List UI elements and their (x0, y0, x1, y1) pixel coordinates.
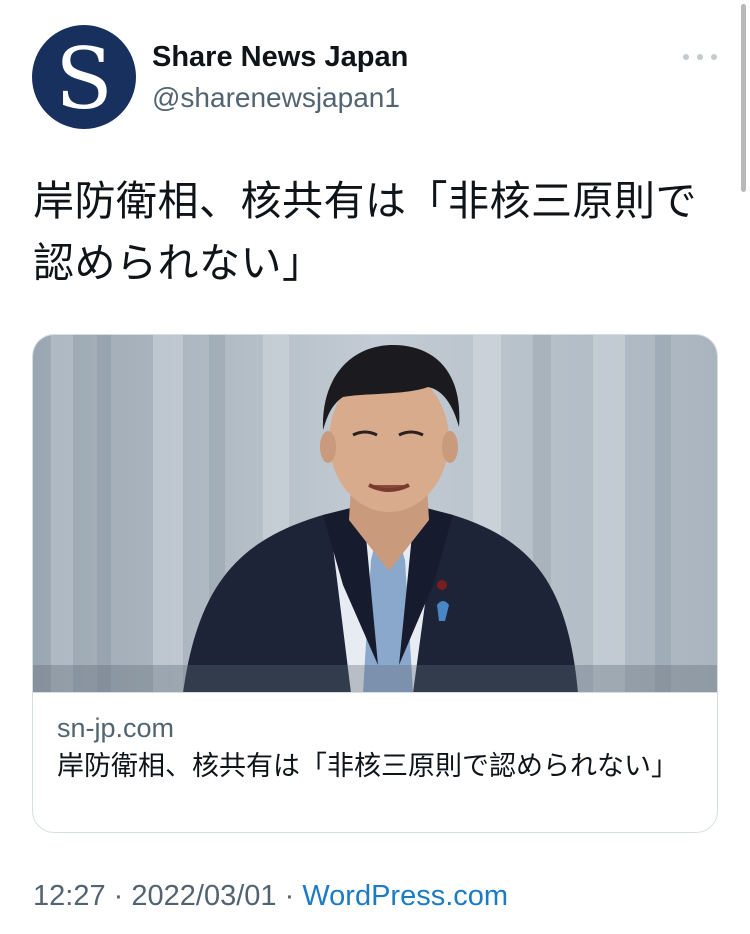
scrollbar[interactable] (741, 4, 746, 192)
card-title: 岸防衛相、核共有は「非核三原則で認められない」 (57, 751, 678, 782)
more-dot (711, 54, 717, 60)
tweet-time[interactable]: 12:27 (33, 880, 106, 912)
avatar[interactable]: S (32, 25, 136, 129)
card-domain: sn-jp.com (57, 713, 175, 743)
avatar-letter: S (55, 30, 113, 128)
tweet-source-link[interactable]: WordPress.com (302, 880, 508, 912)
more-dot (683, 54, 689, 60)
author-name[interactable]: Share News Japan (152, 41, 408, 74)
press-conference-photo (33, 335, 717, 692)
tweet-meta: 12:27 · 2022/03/01 · WordPress.com (33, 880, 508, 913)
tweet-date[interactable]: 2022/03/01 (131, 880, 276, 912)
meta-separator: · (113, 880, 124, 912)
more-dot (697, 54, 703, 60)
card-image[interactable] (33, 335, 717, 693)
more-options-icon[interactable] (680, 46, 720, 68)
author-handle[interactable]: @sharenewsjapan1 (152, 82, 400, 114)
tweet-text: 岸防衛相、核共有は「非核三原則で認められない」 (33, 177, 697, 287)
tweet-detail-page: S Share News Japan @sharenewsjapan1 岸防衛相… (0, 0, 750, 934)
meta-separator: · (284, 880, 295, 912)
link-card[interactable]: sn-jp.com 岸防衛相、核共有は「非核三原則で認められない」 (32, 334, 718, 833)
